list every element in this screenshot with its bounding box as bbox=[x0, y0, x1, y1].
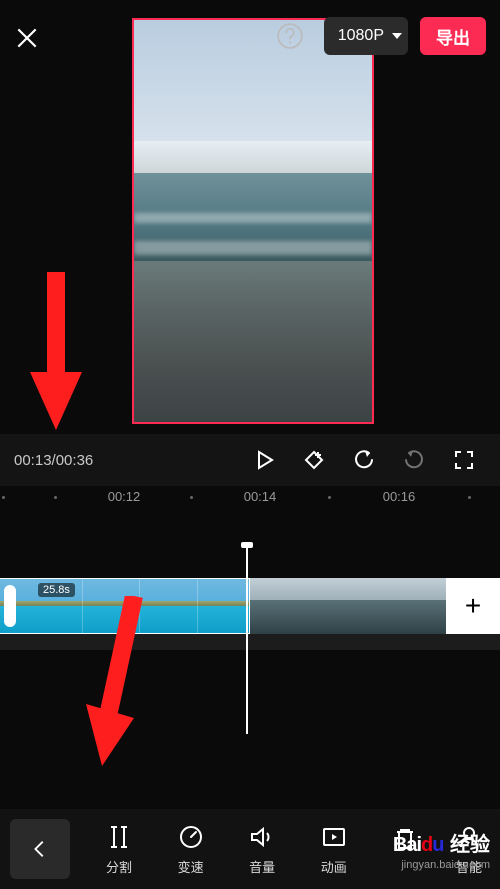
video-clip-2[interactable] bbox=[250, 578, 446, 634]
play-button[interactable] bbox=[242, 438, 286, 482]
timeline[interactable]: 25.8s + bbox=[0, 578, 500, 634]
speed-tool[interactable]: 变速 bbox=[156, 823, 226, 876]
split-tool[interactable]: 分割 bbox=[84, 823, 154, 876]
undo-button[interactable] bbox=[342, 438, 386, 482]
resolution-label: 1080P bbox=[338, 27, 384, 45]
top-bar: 1080P 导出 bbox=[0, 0, 500, 72]
volume-tool[interactable]: 音量 bbox=[227, 823, 297, 876]
playback-bar: 00:13/00:36 bbox=[0, 434, 500, 486]
preview-shore bbox=[134, 261, 372, 422]
video-preview[interactable] bbox=[132, 18, 374, 424]
ruler-label: 00:12 bbox=[108, 489, 141, 504]
chevron-down-icon bbox=[392, 33, 402, 39]
watermark: Baidu 经验 jingyan.baidu.com bbox=[393, 828, 490, 871]
clip-duration-badge: 25.8s bbox=[38, 583, 75, 597]
video-clip-1[interactable]: 25.8s bbox=[0, 578, 250, 634]
video-editor-app: 1080P 导出 00:13/00:36 bbox=[0, 0, 500, 889]
close-icon[interactable] bbox=[14, 25, 40, 51]
playhead[interactable] bbox=[246, 544, 248, 734]
timecode: 00:13/00:36 bbox=[14, 452, 93, 469]
redo-button[interactable] bbox=[392, 438, 436, 482]
keyframe-button[interactable] bbox=[292, 438, 336, 482]
ruler-label: 00:16 bbox=[383, 489, 416, 504]
track-strip bbox=[0, 634, 500, 650]
export-button[interactable]: 导出 bbox=[420, 17, 486, 55]
help-icon[interactable] bbox=[276, 22, 304, 50]
clip-trim-handle[interactable] bbox=[4, 585, 16, 627]
ruler-label: 00:14 bbox=[244, 489, 277, 504]
resolution-select[interactable]: 1080P bbox=[324, 17, 408, 55]
back-button[interactable] bbox=[10, 819, 70, 879]
preview-mountain bbox=[134, 141, 372, 173]
animation-tool[interactable]: 动画 bbox=[299, 823, 369, 876]
time-ruler[interactable]: 00:12 00:14 00:16 bbox=[0, 486, 500, 512]
fullscreen-button[interactable] bbox=[442, 438, 486, 482]
annotation-arrow bbox=[26, 272, 86, 430]
add-clip-button[interactable]: + bbox=[446, 578, 500, 634]
